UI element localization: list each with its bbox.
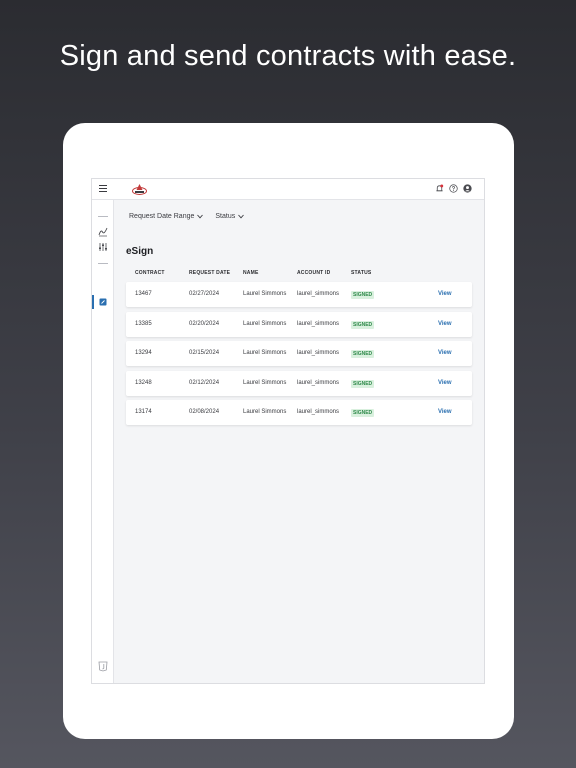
- table-row[interactable]: 13294 02/15/2024 Laurel Simmons laurel_s…: [126, 341, 472, 366]
- contracts-table: 13467 02/27/2024 Laurel Simmons laurel_s…: [126, 282, 472, 430]
- contract-cell: 13385: [135, 320, 152, 327]
- column-header-name[interactable]: NAME: [243, 270, 259, 276]
- chevron-down-icon: [238, 214, 245, 219]
- column-header-contract[interactable]: CONTRACT: [135, 270, 165, 276]
- request-date-cell: 02/15/2024: [189, 350, 220, 356]
- help-icon[interactable]: [449, 184, 458, 193]
- sidebar: [92, 200, 114, 683]
- table-row[interactable]: 13248 02/12/2024 Laurel Simmons laurel_s…: [126, 370, 472, 396]
- name-cell: Laurel Simmons: [243, 409, 287, 415]
- request-date-range-filter[interactable]: Request Date Range: [129, 213, 204, 220]
- view-link[interactable]: View: [438, 380, 452, 386]
- user-avatar-icon[interactable]: [463, 184, 472, 193]
- column-header-request-date[interactable]: REQUEST DATE: [189, 270, 230, 276]
- account-id-cell: laurel_simmons: [297, 320, 340, 327]
- sidebar-active-indicator: [92, 295, 94, 309]
- status-badge: SIGNED: [351, 350, 375, 358]
- contract-cell: 13467: [135, 291, 152, 297]
- javascript-icon: [98, 661, 108, 672]
- hamburger-icon[interactable]: [99, 185, 107, 193]
- top-bar: [92, 179, 484, 200]
- column-header-status[interactable]: STATUS: [351, 270, 371, 276]
- sidebar-divider: [98, 216, 108, 217]
- edit-document-icon[interactable]: [98, 297, 108, 307]
- sidebar-divider: [98, 263, 108, 264]
- status-badge: SIGNED: [351, 291, 375, 299]
- request-date-range-label: Request Date Range: [129, 213, 195, 220]
- view-link[interactable]: View: [438, 321, 452, 327]
- brand-logo[interactable]: [132, 183, 147, 196]
- app-screen: Request Date Range Status eSign CONTRACT…: [91, 178, 485, 684]
- contract-cell: 13294: [135, 350, 152, 356]
- view-link[interactable]: View: [438, 350, 452, 356]
- status-badge: SIGNED: [351, 320, 375, 329]
- request-date-cell: 02/27/2024: [189, 291, 220, 297]
- contract-cell: 13248: [135, 379, 152, 386]
- sliders-icon[interactable]: [98, 242, 108, 252]
- table-header: CONTRACT REQUEST DATE NAME ACCOUNT ID ST…: [126, 270, 472, 280]
- table-row[interactable]: 13174 02/08/2024 Laurel Simmons laurel_s…: [126, 400, 472, 425]
- tablet-frame: Request Date Range Status eSign CONTRACT…: [63, 123, 514, 739]
- request-date-cell: 02/08/2024: [189, 409, 220, 415]
- view-link[interactable]: View: [438, 291, 452, 297]
- account-id-cell: laurel_simmons: [297, 350, 340, 356]
- table-row[interactable]: 13467 02/27/2024 Laurel Simmons laurel_s…: [126, 282, 472, 307]
- filter-bar: Request Date Range Status: [129, 213, 245, 220]
- status-badge: SIGNED: [351, 409, 375, 417]
- account-id-cell: laurel_simmons: [297, 379, 340, 386]
- view-link[interactable]: View: [438, 409, 452, 415]
- name-cell: Laurel Simmons: [243, 379, 287, 386]
- table-row[interactable]: 13385 02/20/2024 Laurel Simmons laurel_s…: [126, 311, 472, 337]
- name-cell: Laurel Simmons: [243, 291, 287, 297]
- account-id-cell: laurel_simmons: [297, 409, 340, 415]
- status-filter-label: Status: [215, 213, 236, 220]
- notification-bell-icon[interactable]: [435, 184, 444, 193]
- request-date-cell: 02/12/2024: [189, 379, 220, 386]
- signature-icon[interactable]: [98, 227, 108, 237]
- name-cell: Laurel Simmons: [243, 320, 287, 327]
- request-date-cell: 02/20/2024: [189, 320, 220, 327]
- status-filter[interactable]: Status: [215, 213, 245, 220]
- column-header-account-id[interactable]: ACCOUNT ID: [297, 270, 330, 276]
- account-id-cell: laurel_simmons: [297, 291, 340, 297]
- page-title: eSign: [126, 246, 154, 257]
- contract-cell: 13174: [135, 409, 152, 415]
- chevron-down-icon: [197, 214, 204, 219]
- status-badge: SIGNED: [351, 379, 375, 388]
- name-cell: Laurel Simmons: [243, 350, 287, 356]
- marketing-headline: Sign and send contracts with ease.: [59, 40, 517, 72]
- main-content: Request Date Range Status eSign CONTRACT…: [114, 200, 484, 683]
